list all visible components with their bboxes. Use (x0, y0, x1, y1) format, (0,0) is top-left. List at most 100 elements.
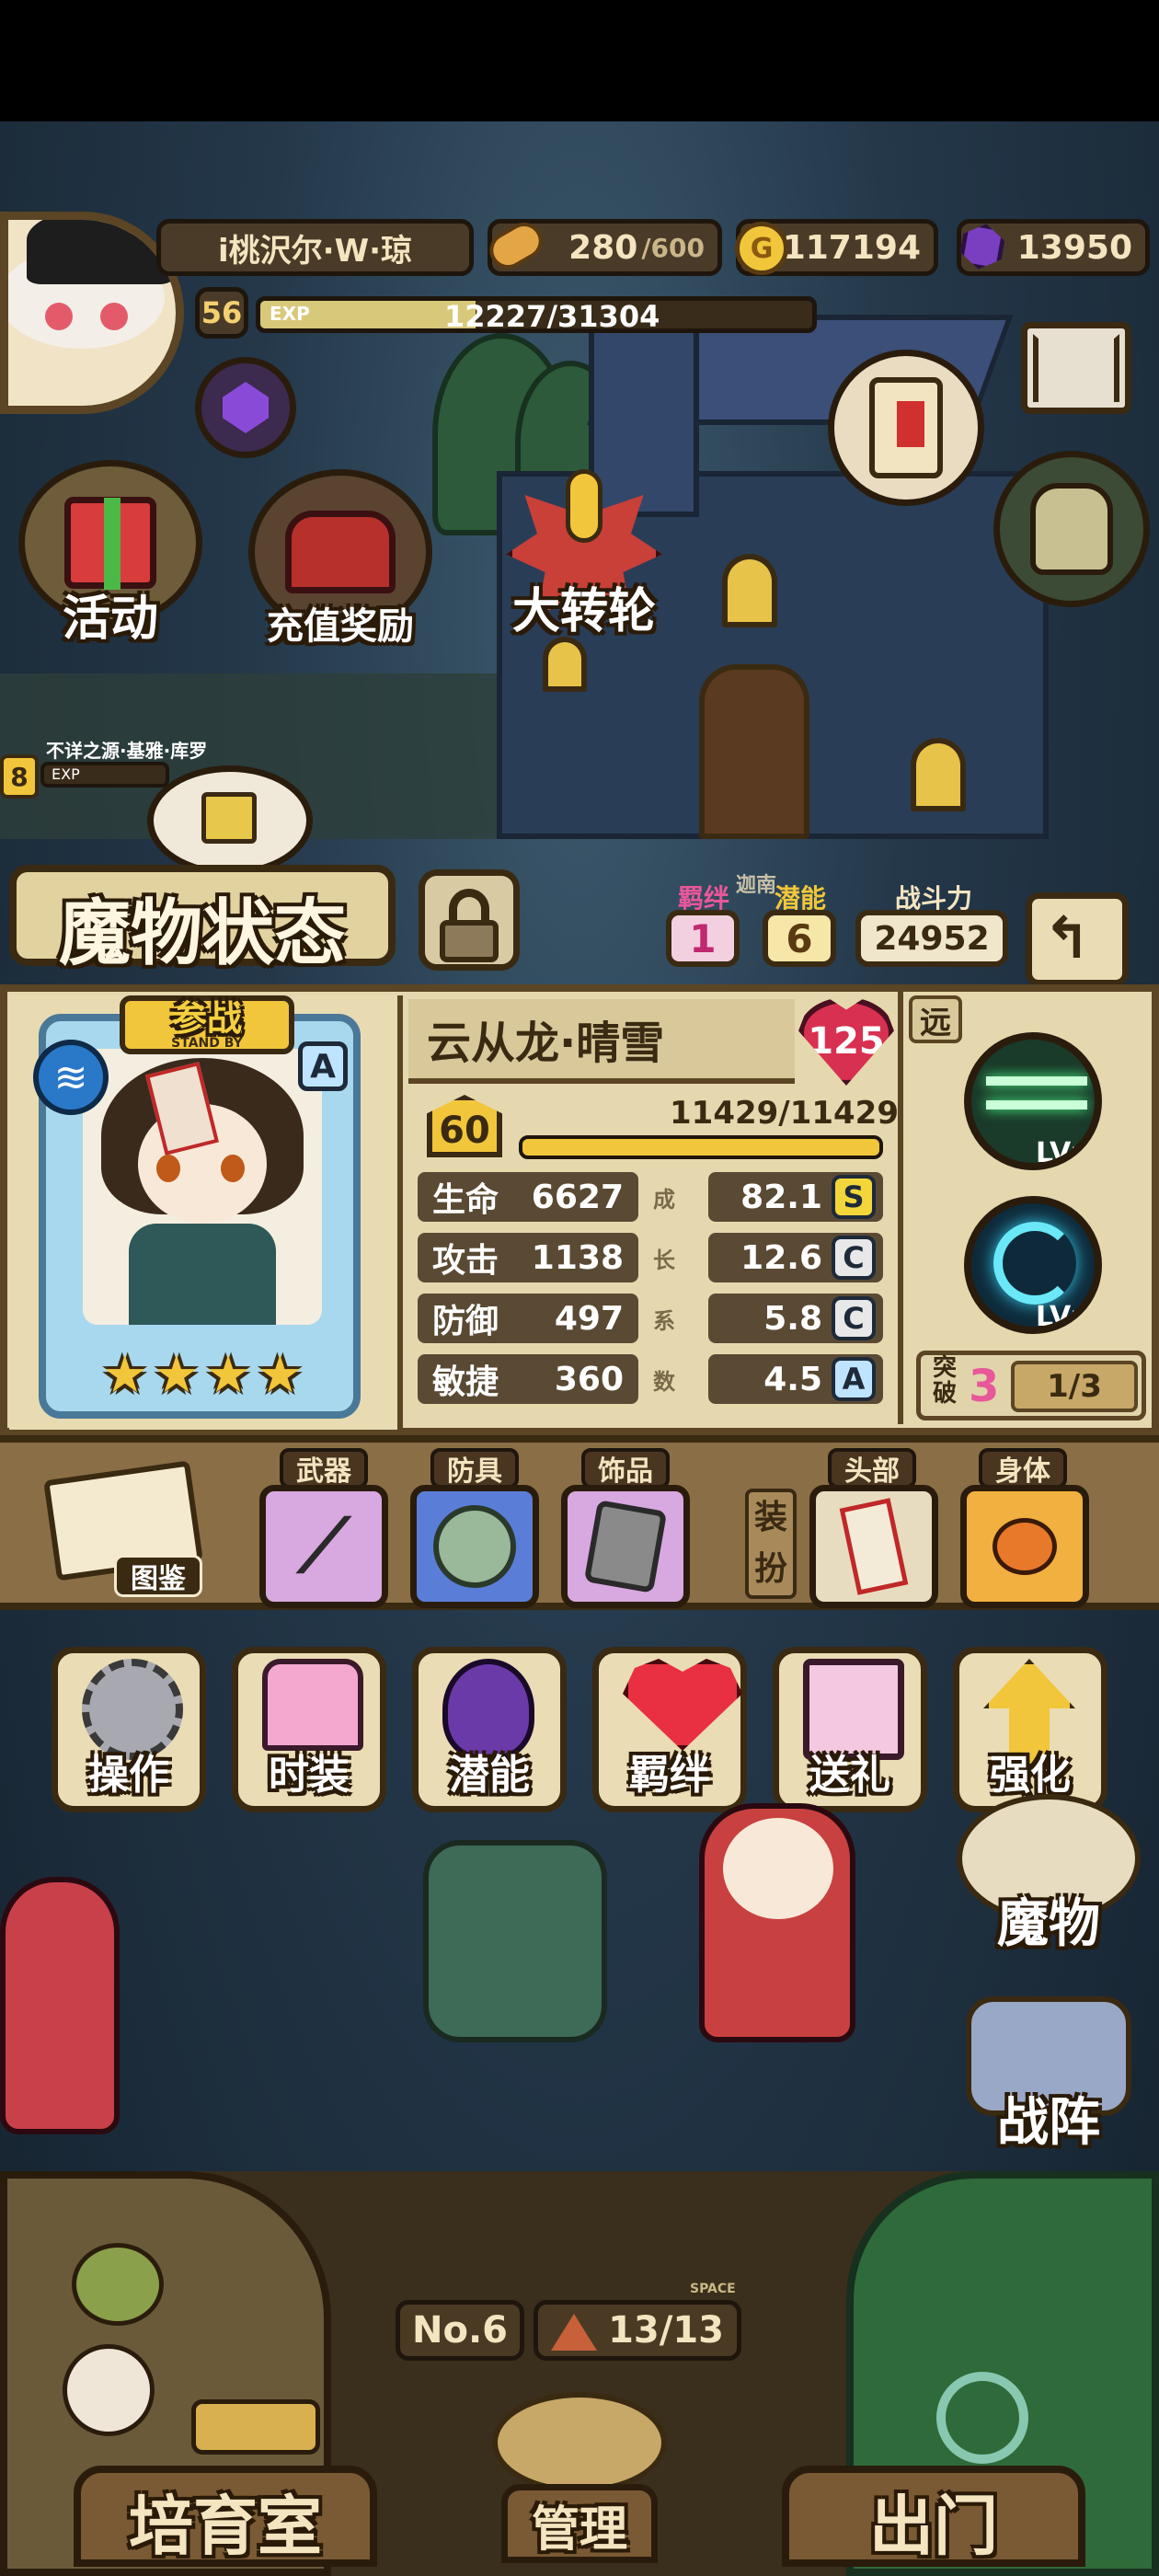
wheel-pointer-icon (566, 469, 602, 543)
weapon-slot[interactable]: ⟋ (259, 1485, 388, 1608)
bread-max: /600 (641, 232, 705, 263)
stat-value: 497 (554, 1299, 624, 1338)
formation-menu-label: 战阵 (997, 2093, 1100, 2153)
growth-grade-badge: C (832, 1296, 876, 1340)
gold-value: 117194 (782, 228, 921, 267)
action-button-6[interactable]: 强化 (953, 1647, 1107, 1812)
gem-plus-icon (223, 382, 269, 433)
accessory-label: 饰品 (581, 1448, 670, 1489)
demon-girl-character[interactable] (0, 1877, 120, 2134)
gold-counter[interactable]: G 117194 (735, 219, 938, 276)
back-button[interactable]: ↰ (1026, 892, 1129, 986)
sickle-icon: ⟋ (298, 1503, 350, 1589)
exp-label: EXP (270, 303, 310, 325)
growth-value: 82.1 (740, 1178, 822, 1216)
skill-1-level: LV:3 (1036, 1137, 1100, 1169)
manage-button[interactable]: 管理 (474, 2392, 685, 2567)
talisman-icon (583, 1500, 668, 1593)
portal-swirl-icon (936, 2372, 1028, 2464)
npc-exp-bar: EXP (40, 762, 169, 788)
player-level: 56 (195, 287, 248, 339)
room-number: No.6 (396, 2300, 524, 2361)
mail-button[interactable] (1021, 322, 1131, 414)
breakthrough-panel[interactable]: 突破 3 1/3 (916, 1351, 1146, 1420)
vortex-icon (993, 1222, 1076, 1305)
treasure-chest-icon (285, 511, 396, 593)
gem-icon (958, 220, 1007, 272)
lock-icon (440, 920, 499, 962)
stat-value: 1138 (531, 1238, 624, 1277)
exp-text: 12227/31304 (444, 299, 660, 333)
bread-counter[interactable]: 280/600 (483, 215, 722, 276)
manage-label: 管理 (531, 2502, 627, 2558)
hp-fill (522, 1139, 879, 1156)
activity-button[interactable]: 活动 (18, 460, 202, 647)
bread-icon (483, 215, 549, 276)
church-window (911, 738, 966, 811)
star-icon: ★ (205, 1345, 252, 1405)
status-bar (0, 0, 1159, 121)
stat-label: 敏捷 (432, 1363, 499, 1401)
character-name: 云从龙·晴雪 (408, 999, 795, 1084)
backpack-button[interactable] (993, 451, 1150, 607)
formation-menu-button[interactable]: 战阵 (947, 1996, 1150, 2180)
skill-1-button[interactable]: LV:3 (964, 1032, 1102, 1170)
growth-vertical-char: 系 (653, 1308, 675, 1334)
stand-by-badge: 参战 STAND BY (120, 995, 294, 1054)
church-door (699, 664, 809, 839)
action-button-2[interactable]: 时装 (232, 1647, 386, 1812)
skill-2-button[interactable]: LV:2 (964, 1196, 1102, 1334)
action-label: 潜能 (449, 1752, 530, 1799)
stat-value: 6627 (531, 1178, 624, 1216)
combat-power-value: 24952 (855, 910, 1008, 967)
combat-power: 战斗力 24952 (855, 879, 1012, 971)
action-button-5[interactable]: 送礼 (773, 1647, 927, 1812)
character-card[interactable]: ≋ A 参战 STAND BY ★ ★ ★ ★ (33, 995, 361, 1419)
recharge-reward-button[interactable]: 充值奖励 (239, 469, 442, 653)
armor-slot[interactable] (410, 1485, 539, 1608)
capacity-value: 13/13 (608, 2309, 724, 2352)
body-slot[interactable] (960, 1485, 1089, 1608)
bond-indicator[interactable]: 羁绊 1 (662, 879, 745, 971)
stat-label: 攻击 (432, 1242, 499, 1280)
handbook-label: 图鉴 (114, 1555, 202, 1597)
wheel-button[interactable]: 大转轮 (478, 460, 690, 644)
church-window (543, 637, 587, 692)
player-exp-bar: EXP 12227/31304 (256, 296, 817, 333)
growth-value: 12.6 (740, 1238, 822, 1277)
handbook-button[interactable]: 图鉴 (40, 1460, 206, 1599)
character-sprite-green[interactable] (423, 1840, 607, 2042)
npc-exp-label: EXP (52, 765, 80, 783)
outfit-icon (262, 1659, 363, 1751)
character-card-area: ≋ A 参战 STAND BY ★ ★ ★ ★ (9, 995, 403, 1430)
monster-menu-button[interactable]: 魔物 (947, 1794, 1150, 1978)
stat-row: 攻击 1138 (418, 1233, 638, 1282)
buy-gem-button[interactable] (195, 357, 296, 458)
armor-label: 防具 (430, 1448, 519, 1489)
hearts-icon (623, 1659, 742, 1751)
exit-button[interactable]: 出门 (782, 2466, 1085, 2567)
accessory-slot[interactable] (561, 1485, 690, 1608)
gem-counter[interactable]: 13950 (957, 219, 1150, 276)
body-label: 身体 (979, 1448, 1067, 1489)
npc-speech-bubble[interactable] (147, 765, 313, 876)
head-slot[interactable] (809, 1485, 938, 1608)
pumpkin-icon (993, 1518, 1057, 1575)
quest-scroll-button[interactable] (828, 350, 984, 506)
lock-button[interactable] (419, 869, 520, 971)
nursery-label: 培育室 (129, 2489, 322, 2564)
stat-value: 360 (554, 1360, 624, 1398)
head-label: 头部 (828, 1448, 916, 1489)
action-button-4[interactable]: 羁绊 (592, 1647, 747, 1812)
room-capacity: 13/13 (534, 2300, 741, 2361)
range-type: 远 (909, 995, 962, 1043)
stat-row: 生命 6627 (418, 1172, 638, 1222)
character-sprite-red[interactable] (699, 1803, 855, 2042)
star-icon: ★ (101, 1345, 148, 1405)
nursery-button[interactable]: 培育室 (74, 2466, 377, 2567)
action-button-1[interactable]: 操作 (52, 1647, 206, 1812)
action-button-3[interactable]: 潜能 (412, 1647, 567, 1812)
stat-row: 防御 497 (418, 1294, 638, 1343)
action-label: 操作 (88, 1752, 169, 1799)
growth-vertical-char: 成 (653, 1187, 675, 1213)
